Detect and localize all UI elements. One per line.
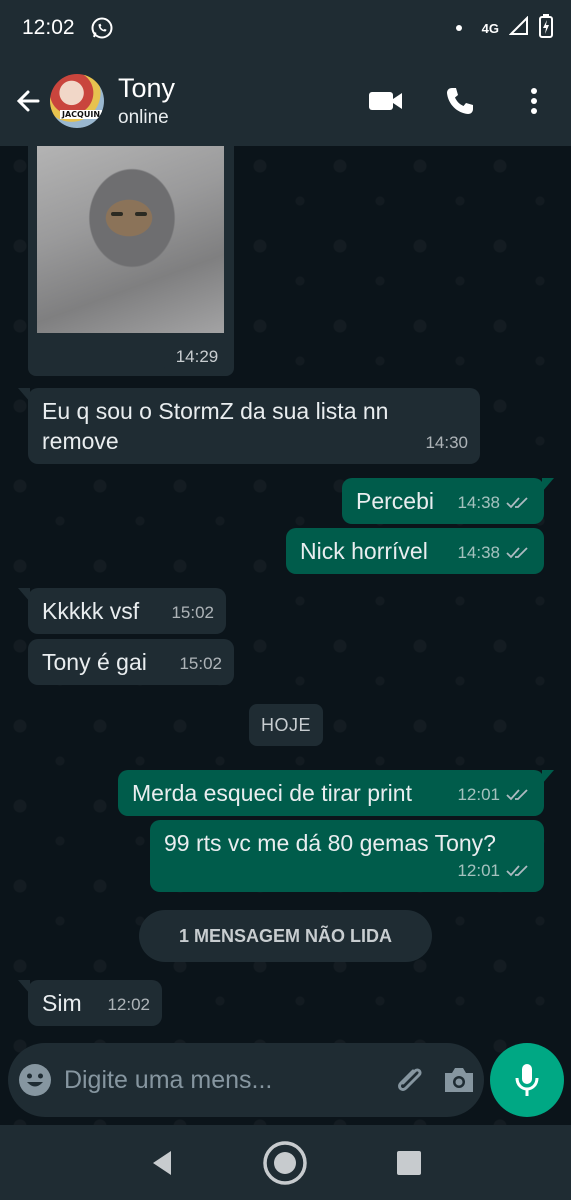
microphone-icon (515, 1064, 539, 1096)
triangle-back-icon (152, 1150, 171, 1175)
message-text: Tony é gai (42, 649, 147, 675)
emoji-button[interactable] (8, 1043, 62, 1117)
chat-conversation[interactable]: 14:29 Eu q sou o StormZ da sua lista nn … (0, 146, 571, 1125)
nav-back-button[interactable] (132, 1133, 192, 1193)
square-recents-icon (397, 1150, 422, 1175)
double-check-icon (506, 789, 528, 801)
message-text: Sim (42, 990, 82, 1016)
back-arrow-icon[interactable] (6, 71, 50, 131)
notification-dot-icon (455, 25, 462, 31)
message-outgoing[interactable]: Nick horrível 14:38 (286, 528, 544, 574)
contact-name: Tony (118, 73, 176, 103)
avatar-logo-text: JACQUIN (60, 110, 103, 119)
video-call-button[interactable] (349, 71, 423, 131)
nav-home-button[interactable] (255, 1133, 315, 1193)
message-input[interactable] (61, 1050, 386, 1110)
message-text: Kkkkk vsf (42, 598, 140, 624)
message-text: 99 rts vc me dá 80 gemas Tony? (164, 830, 496, 856)
cat-eyes-decoration (111, 212, 147, 218)
system-navigation-bar (0, 1125, 571, 1200)
signal-icon (508, 15, 529, 41)
message-incoming[interactable]: Sim 12:02 (18, 980, 162, 1026)
chat-header: JACQUIN Tony online (0, 56, 571, 146)
message-text: Nick horrível (300, 538, 428, 564)
status-time: 12:02 (22, 16, 75, 39)
image-message-time: 14:29 (164, 339, 230, 375)
message-text: Merda esqueci de tirar print (132, 780, 412, 806)
video-camera-icon (369, 92, 402, 110)
whatsapp-notification-icon (89, 15, 115, 41)
camera-icon (445, 1068, 474, 1092)
message-time: 14:38 (457, 493, 500, 512)
nav-recents-button[interactable] (379, 1133, 439, 1193)
message-outgoing[interactable]: Percebi 14:38 (342, 478, 554, 524)
attach-button[interactable] (386, 1043, 435, 1117)
circle-home-icon (263, 1140, 308, 1185)
paperclip-icon (398, 1068, 422, 1091)
camera-button[interactable] (435, 1043, 484, 1117)
message-outgoing[interactable]: Merda esqueci de tirar print 12:01 (118, 770, 554, 816)
contact-avatar[interactable]: JACQUIN (50, 74, 104, 128)
cat-photo-image[interactable] (37, 146, 224, 333)
message-text: Eu q sou o StormZ da sua lista nn remove (42, 398, 389, 454)
date-divider: HOJE (249, 704, 323, 746)
message-incoming[interactable]: Eu q sou o StormZ da sua lista nn remove… (18, 388, 480, 464)
message-text: Percebi (356, 488, 434, 514)
contact-info[interactable]: Tony online (118, 72, 175, 130)
emoji-icon (18, 1064, 51, 1096)
network-type-label: 4G (481, 20, 499, 36)
message-time: 15:02 (171, 603, 214, 622)
kebab-menu-icon (531, 88, 537, 114)
double-check-icon (506, 865, 528, 877)
message-time: 15:02 (179, 654, 222, 673)
message-time: 12:01 (457, 785, 500, 804)
double-check-icon (506, 547, 528, 559)
voice-call-button[interactable] (423, 71, 497, 131)
status-bar: 12:02 4G (0, 0, 571, 56)
message-time: 14:30 (425, 433, 468, 452)
battery-charging-icon (539, 13, 553, 43)
unread-messages-divider: 1 MENSAGEM NÃO LIDA (139, 910, 432, 962)
phone-icon (447, 88, 473, 114)
message-incoming[interactable]: Tony é gai 15:02 (28, 639, 234, 685)
message-incoming[interactable]: Kkkkk vsf 15:02 (18, 588, 226, 634)
contact-status: online (118, 107, 169, 128)
more-options-button[interactable] (497, 71, 571, 131)
message-composer (8, 1043, 484, 1117)
double-check-icon (506, 497, 528, 509)
message-time: 14:38 (457, 543, 500, 562)
message-time: 12:02 (107, 995, 150, 1014)
message-outgoing[interactable]: 99 rts vc me dá 80 gemas Tony? 12:01 (150, 820, 544, 892)
voice-message-button[interactable] (490, 1043, 564, 1117)
message-time: 12:01 (457, 861, 500, 880)
